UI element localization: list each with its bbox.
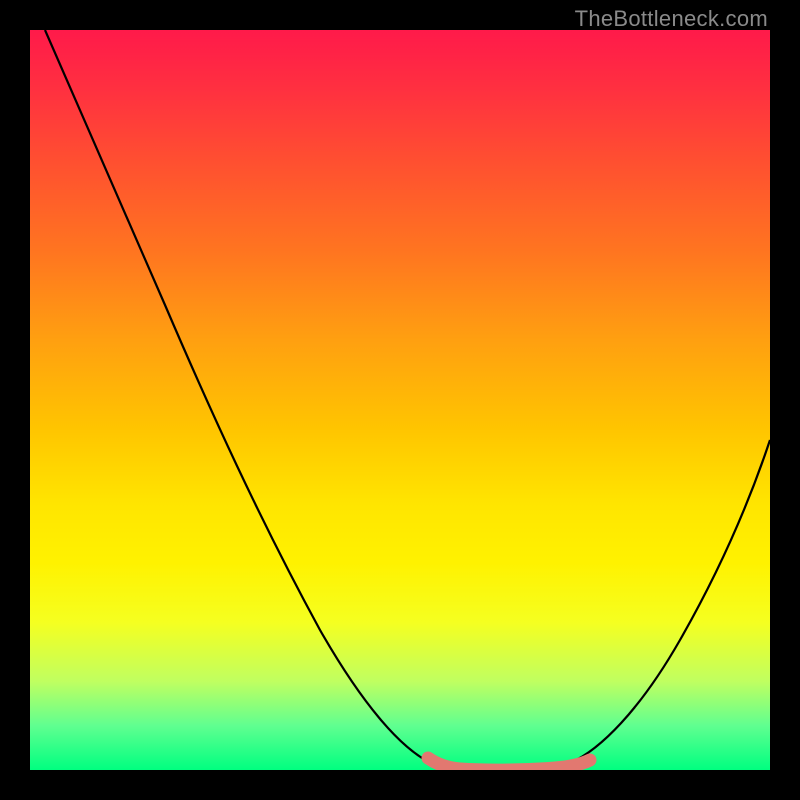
bottleneck-curve [45, 30, 770, 769]
plot-area [30, 30, 770, 770]
chart-container: TheBottleneck.com [0, 0, 800, 800]
watermark-text: TheBottleneck.com [575, 6, 768, 32]
curve-svg [30, 30, 770, 770]
highlight-segment [428, 758, 590, 770]
